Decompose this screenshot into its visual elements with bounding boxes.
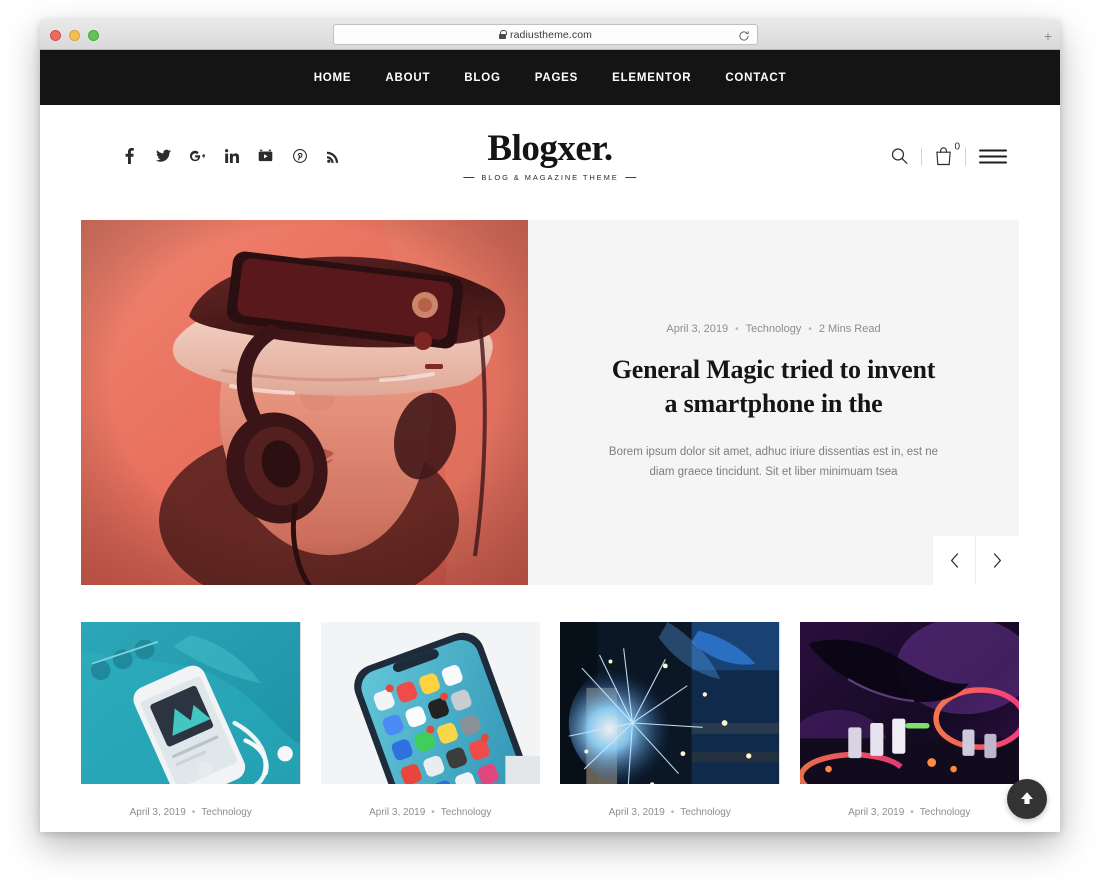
meta-separator: •: [191, 807, 196, 818]
post-card: April 3, 2019 • Technology Making this u…: [560, 622, 780, 832]
meta-separator: •: [431, 807, 435, 818]
post-date: April 3, 2019: [369, 807, 426, 818]
post-meta: April 3, 2019 • Technology: [81, 807, 301, 818]
linkedin-icon[interactable]: [224, 148, 239, 164]
hero-image-art: [81, 220, 528, 585]
nav-link-about[interactable]: ABOUT: [368, 72, 447, 84]
close-window-button[interactable]: [50, 30, 61, 41]
post-date: April 3, 2019: [129, 807, 186, 818]
burger-line: [979, 161, 1007, 163]
post-category[interactable]: Technology: [201, 807, 252, 818]
facebook-icon[interactable]: [122, 148, 137, 164]
arrow-up-icon: [1019, 790, 1035, 809]
post-date: April 3, 2019: [608, 807, 665, 818]
search-icon[interactable]: [878, 148, 921, 165]
post-thumbnail[interactable]: [81, 622, 301, 784]
address-bar[interactable]: radiustheme.com: [333, 24, 758, 45]
nav-item: ABOUT: [368, 72, 447, 84]
post-category[interactable]: Technology: [920, 807, 971, 818]
hero-image[interactable]: [81, 220, 528, 585]
nav-item: ELEMENTOR: [595, 72, 708, 84]
post-thumbnail[interactable]: [560, 622, 780, 784]
cart-count-badge: 0: [954, 141, 960, 153]
nav-link-elementor[interactable]: ELEMENTOR: [595, 72, 708, 84]
window-controls: [50, 30, 99, 41]
reload-icon[interactable]: [738, 29, 750, 41]
url-text: radiustheme.com: [509, 28, 593, 41]
nav-link-pages[interactable]: PAGES: [518, 72, 595, 84]
main-navigation: HOME ABOUT BLOG PAGES ELEMENTOR CONTACT: [40, 50, 1060, 105]
pinterest-icon[interactable]: [292, 148, 307, 164]
meta-separator: •: [735, 323, 739, 335]
post-card: April 3, 2019 • Technology Next generati…: [320, 622, 541, 832]
logo-tagline-text: BLOG & MAGAZINE THEME: [481, 173, 619, 182]
post-title[interactable]: Making this universal model has: [560, 829, 780, 832]
twitter-icon[interactable]: [156, 148, 171, 164]
social-links: [122, 148, 341, 164]
post-meta: April 3, 2019 • Technology: [321, 807, 541, 818]
google-plus-icon[interactable]: [190, 148, 205, 164]
nav-item: HOME: [297, 72, 369, 84]
nav-item: CONTACT: [708, 72, 803, 84]
rss-icon[interactable]: [326, 148, 341, 164]
post-grid: April 3, 2019 • Technology The Life of a…: [81, 622, 1019, 832]
post-thumbnail[interactable]: [320, 622, 540, 784]
hero-date: April 3, 2019: [666, 323, 729, 336]
post-meta: April 3, 2019 • Technology: [560, 807, 780, 818]
hero-content: April 3, 2019 • Technology • 2 Mins Read…: [528, 220, 1019, 585]
page-viewport: HOME ABOUT BLOG PAGES ELEMENTOR CONTACT: [40, 50, 1060, 832]
maximize-window-button[interactable]: [88, 30, 99, 41]
nav-link-home[interactable]: HOME: [297, 72, 369, 84]
hero-slider: April 3, 2019 • Technology • 2 Mins Read…: [81, 220, 1019, 585]
lock-icon: [498, 30, 507, 39]
hero-meta: April 3, 2019 • Technology • 2 Mins Read: [666, 323, 880, 335]
meta-separator: •: [670, 807, 675, 818]
burger-line: [979, 149, 1007, 151]
logo-wordmark: Blogxer.: [487, 128, 613, 169]
hero-read-time: 2 Mins Read: [818, 323, 881, 336]
post-title[interactable]: Next generation will wonder about: [321, 829, 541, 832]
post-category[interactable]: Technology: [680, 807, 731, 818]
meta-separator: •: [910, 807, 914, 818]
slider-next-button[interactable]: [976, 536, 1019, 585]
post-thumbnail-art: [799, 622, 1019, 784]
logo-tagline: BLOG & MAGAZINE THEME: [463, 173, 636, 182]
header-tools: 0: [878, 142, 1020, 166]
post-category[interactable]: Technology: [441, 807, 492, 818]
post-thumbnail-art: [81, 622, 301, 784]
site-header: Blogxer. BLOG & MAGAZINE THEME 0: [40, 105, 1060, 207]
post-date: April 3, 2019: [848, 807, 905, 818]
hero-slider-controls: [933, 536, 1019, 585]
hamburger-menu-icon[interactable]: [966, 149, 1020, 163]
new-tab-button[interactable]: +: [1044, 29, 1052, 43]
nav-link-contact[interactable]: CONTACT: [708, 72, 803, 84]
post-thumbnail-art: [320, 622, 540, 784]
post-title[interactable]: What step will be actually: [800, 829, 1020, 832]
post-thumbnail[interactable]: [799, 622, 1019, 784]
nav-list: HOME ABOUT BLOG PAGES ELEMENTOR CONTACT: [297, 72, 804, 84]
site-logo[interactable]: Blogxer. BLOG & MAGAZINE THEME: [463, 130, 636, 182]
hero-excerpt: Borem ipsum dolor sit amet, adhuc iriure…: [608, 445, 939, 478]
nav-item: BLOG: [447, 72, 517, 84]
hero-category[interactable]: Technology: [746, 323, 802, 335]
shopping-bag-icon[interactable]: 0: [922, 142, 965, 166]
slider-prev-button[interactable]: [933, 536, 976, 585]
browser-window: radiustheme.com + HOME ABOUT BLOG PAGES …: [40, 20, 1060, 832]
hero-title[interactable]: General Magic tried to invent a smartpho…: [609, 353, 939, 422]
post-thumbnail-art: [560, 622, 780, 784]
nav-item: PAGES: [518, 72, 595, 84]
post-meta: April 3, 2019 • Technology: [800, 807, 1020, 818]
nav-link-blog[interactable]: BLOG: [447, 72, 517, 84]
youtube-icon[interactable]: [258, 148, 273, 164]
post-card: April 3, 2019 • Technology What step wil…: [799, 622, 1020, 832]
post-card: April 3, 2019 • Technology The Life of a…: [81, 622, 301, 832]
post-title[interactable]: The Life of a smartphone and more: [81, 829, 301, 832]
burger-line: [979, 155, 1007, 157]
minimize-window-button[interactable]: [69, 30, 80, 41]
scroll-to-top-button[interactable]: [1007, 779, 1047, 819]
browser-titlebar: radiustheme.com +: [40, 20, 1060, 50]
meta-separator: •: [808, 323, 812, 335]
